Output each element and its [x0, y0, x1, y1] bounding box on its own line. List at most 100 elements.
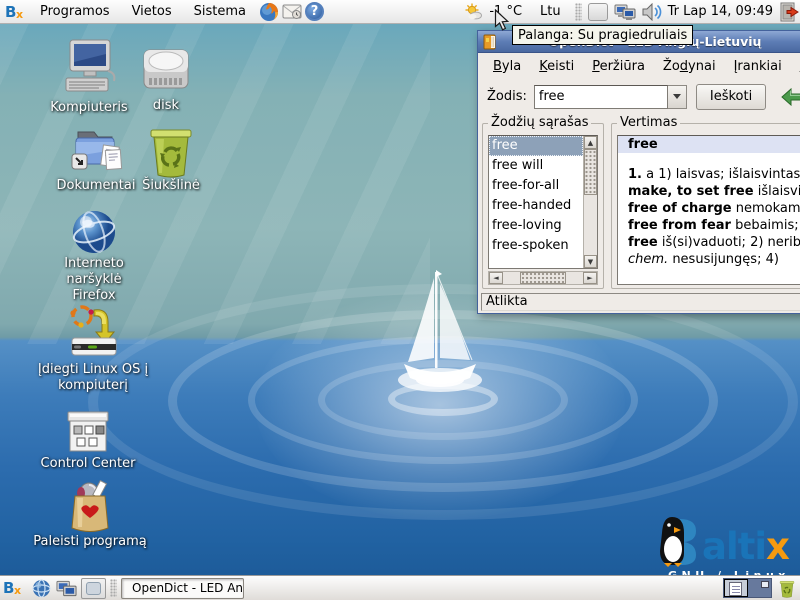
scroll-down-button[interactable]: ▼	[584, 255, 597, 268]
baltix-logo-row: altix	[650, 513, 790, 567]
menu-item-byla[interactable]: Byla	[484, 59, 530, 74]
documents-folder-icon	[66, 126, 126, 178]
keyboard-layout-indicator[interactable]: Ltu	[538, 4, 563, 19]
trash-icon	[145, 124, 197, 178]
search-input[interactable]	[534, 85, 668, 109]
menu-item-perziura[interactable]: Peržiūra	[583, 59, 654, 74]
applet-drag-handle[interactable]	[575, 3, 582, 21]
run-application-icon	[65, 480, 115, 534]
desktop-icon-siuksline[interactable]: Šiukšlinė	[130, 124, 212, 194]
search-toolbar: Žodis: Ieškoti	[478, 80, 800, 113]
desktop-icon-label: Control Center	[41, 456, 136, 472]
menu-item-irankiai[interactable]: Įrankiai	[725, 59, 791, 74]
desktop-icon-label: Šiukšlinė	[142, 178, 200, 194]
baltix-penguin-icon	[650, 513, 702, 567]
word-list: freefree willfree-for-allfree-handedfree…	[489, 136, 583, 268]
firefox-launcher[interactable]	[258, 1, 279, 22]
menu-item-keisti[interactable]: Keisti	[530, 59, 583, 74]
wordlist-box: freefree willfree-for-allfree-handedfree…	[488, 135, 598, 269]
weather-tooltip: Palanga: Su pragiedruliais	[512, 25, 693, 45]
combo-dropdown-button[interactable]	[668, 85, 687, 109]
window-content: Žodžių sąrašas freefree willfree-for-all…	[478, 113, 800, 293]
desktop-icon-firefox[interactable]: Interneto naršyklė Firefox	[35, 208, 153, 304]
show-desktop-button[interactable]	[81, 578, 106, 599]
wordlist-frame: Žodžių sąrašas freefree willfree-for-all…	[482, 123, 604, 289]
trash-applet[interactable]	[776, 578, 797, 599]
word-combo	[534, 85, 687, 109]
back-arrow-icon[interactable]	[781, 88, 800, 106]
vertical-scrollbar[interactable]: ▲ ▼	[583, 136, 597, 268]
word-list-item[interactable]: free-spoken	[489, 236, 583, 256]
word-list-item[interactable]: free will	[489, 156, 583, 176]
workspace-window-thumb	[761, 581, 769, 588]
firefox-icon	[259, 2, 279, 22]
translation-line: chem. nesusijungęs; 4)	[628, 251, 800, 268]
menu-vietos[interactable]: Vietos	[121, 0, 183, 24]
panel-right-area: -1 °C Ltu Tr Lap 14, 09:49	[464, 2, 800, 22]
desktop-icon-control-center[interactable]: Control Center	[32, 410, 144, 472]
weather-icon[interactable]	[464, 3, 483, 21]
display-settings-launcher[interactable]	[56, 578, 77, 599]
baltix-taskbar-icon[interactable]: Bx	[3, 579, 27, 597]
globe-icon	[32, 579, 51, 598]
workspace-2[interactable]	[748, 579, 771, 597]
scrollbar-thumb[interactable]	[520, 272, 566, 284]
word-list-item[interactable]: free	[489, 136, 583, 156]
mail-icon	[282, 4, 302, 20]
desktop-icon-label: kompiuterį	[58, 378, 128, 394]
scrollbar-track[interactable]	[584, 195, 597, 255]
top-panel: Bx Programos Vietos Sistema ?	[0, 0, 800, 24]
notification-area[interactable]	[588, 3, 608, 21]
scroll-left-button[interactable]: ◄	[489, 272, 503, 284]
desktop-icon-label: Dokumentai	[57, 178, 136, 194]
scroll-right-button[interactable]: ►	[583, 272, 597, 284]
translation-line: free iš(si)vaduoti; 2) neribo	[628, 234, 800, 251]
menu-item-zodynai[interactable]: Žodynai	[654, 59, 725, 74]
translation-line: free of charge nemokama	[628, 200, 800, 217]
computer-icon	[58, 38, 120, 100]
menu-sistema[interactable]: Sistema	[183, 0, 257, 24]
search-button[interactable]: Ieškoti	[696, 84, 766, 110]
desktop-icon-paleisti-programa[interactable]: Paleisti programą	[31, 480, 149, 550]
desktop-icon-kompiuteris[interactable]: Kompiuteris	[43, 38, 135, 116]
translation-line: 1. a 1) laisvas; išlaisvintas; t	[628, 166, 800, 183]
baltix-watermark: altix GNU / Linux	[650, 513, 790, 582]
opendict-book-icon	[482, 34, 498, 50]
translation-line: make, to set free išlaisvin	[628, 183, 800, 200]
baltix-menu-icon[interactable]: Bx	[5, 3, 29, 21]
translation-view: free 1. a 1) laisvas; išlaisvintas; tmak…	[617, 135, 800, 285]
baltix-logo-text: altix	[702, 527, 789, 567]
menu-item-pagalba[interactable]: Pag	[791, 59, 800, 74]
word-label: Žodis:	[487, 89, 527, 104]
desktop-icon-idiegti-linux[interactable]: Įdiegti Linux OS į kompiuterį	[34, 304, 152, 394]
control-center-icon	[64, 410, 112, 456]
network-monitor-icon[interactable]	[614, 3, 636, 21]
scrollbar-thumb[interactable]	[584, 149, 597, 195]
trash-icon	[778, 579, 796, 598]
desktop-icon-disk[interactable]: disk	[126, 42, 206, 114]
workspace-switcher	[723, 578, 772, 598]
window-menubar: BylaKeistiPeržiūraŽodynaiĮrankiaiPag	[478, 53, 800, 80]
menu-programos[interactable]: Programos	[29, 0, 121, 24]
web-launcher[interactable]	[31, 578, 52, 599]
disk-icon	[140, 42, 192, 98]
word-list-item[interactable]: free-for-all	[489, 176, 583, 196]
desktop-root: altix GNU / Linux Kompiuteris disk	[0, 0, 800, 600]
word-list-item[interactable]: free-loving	[489, 216, 583, 236]
workspace-1-active[interactable]	[724, 579, 748, 597]
translation-lines: 1. a 1) laisvas; išlaisvintas; tmake, to…	[618, 153, 800, 268]
mail-launcher[interactable]	[281, 1, 302, 22]
clock-applet[interactable]: Tr Lap 14, 09:49	[668, 4, 773, 19]
window-statusbar: Atlikta	[478, 291, 800, 313]
scroll-up-button[interactable]: ▲	[584, 136, 597, 149]
word-list-item[interactable]: free-handed	[489, 196, 583, 216]
desktop-icon-label: Įdiegti Linux OS į	[38, 362, 148, 378]
tasklist-drag-handle[interactable]	[110, 579, 117, 597]
scrollbar-track[interactable]	[503, 272, 583, 284]
volume-icon[interactable]	[642, 3, 662, 21]
horizontal-scrollbar[interactable]: ◄ ►	[488, 271, 598, 285]
task-button-opendict[interactable]: OpenDict - LED Anglų-...	[121, 578, 244, 599]
help-launcher[interactable]: ?	[304, 1, 325, 22]
show-desktop-icon	[86, 582, 101, 595]
logout-icon[interactable]	[779, 2, 799, 22]
